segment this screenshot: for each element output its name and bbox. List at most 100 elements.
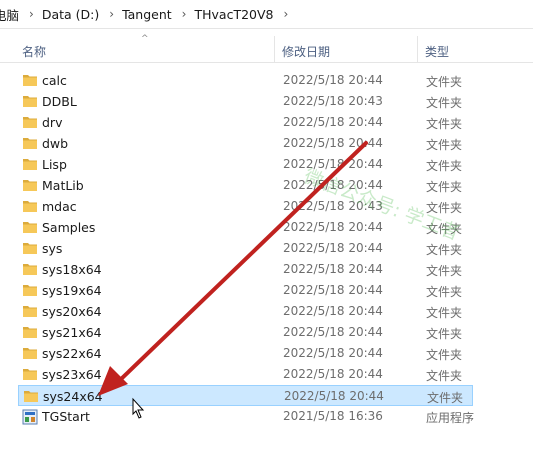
file-type: 文件夹 — [426, 243, 463, 257]
breadcrumb-item-pc[interactable]: 电脑 — [0, 5, 19, 24]
list-item[interactable]: sys18x64 2022/5/18 20:44 文件夹 — [0, 259, 533, 280]
list-item[interactable]: Lisp 2022/5/18 20:44 文件夹 — [0, 154, 533, 175]
file-date: 2022/5/18 20:44 — [283, 283, 383, 297]
file-date: 2022/5/18 20:44 — [283, 241, 383, 255]
list-item[interactable]: sys24x64 2022/5/18 20:44 文件夹 — [18, 385, 473, 406]
list-item[interactable]: TGStart 2021/5/18 16:36 应用程序 — [0, 406, 533, 427]
file-type: 应用程序 — [426, 411, 475, 425]
chevron-right-icon[interactable]: › — [29, 7, 34, 21]
list-item[interactable]: DDBL 2022/5/18 20:43 文件夹 — [0, 91, 533, 112]
folder-icon — [22, 94, 38, 108]
file-name: dwb — [42, 136, 69, 151]
file-name: sys23x64 — [42, 367, 102, 382]
file-type: 文件夹 — [426, 285, 463, 299]
file-name: sys24x64 — [43, 389, 103, 404]
list-item[interactable]: Samples 2022/5/18 20:44 文件夹 — [0, 217, 533, 238]
breadcrumb-item-tangent[interactable]: Tangent — [122, 7, 172, 22]
file-name: sys21x64 — [42, 325, 102, 340]
folder-icon — [22, 220, 38, 234]
list-item[interactable]: sys23x64 2022/5/18 20:44 文件夹 — [0, 364, 533, 385]
file-name: sys18x64 — [42, 262, 102, 277]
list-item[interactable]: sys 2022/5/18 20:44 文件夹 — [0, 238, 533, 259]
file-date: 2022/5/18 20:44 — [283, 262, 383, 276]
file-date: 2022/5/18 20:44 — [283, 115, 383, 129]
file-list: calc 2022/5/18 20:44 文件夹 DDBL 2022/5/18 20:4… — [0, 70, 533, 427]
folder-icon — [22, 136, 38, 150]
folder-icon — [22, 157, 38, 171]
file-type: 文件夹 — [426, 222, 463, 236]
file-type: 文件夹 — [426, 264, 463, 278]
file-type: 文件夹 — [426, 306, 463, 320]
folder-icon — [22, 73, 38, 87]
file-date: 2022/5/18 20:43 — [283, 199, 383, 213]
file-date: 2021/5/18 16:36 — [283, 409, 383, 423]
list-item[interactable]: sys22x64 2022/5/18 20:44 文件夹 — [0, 343, 533, 364]
file-date: 2022/5/18 20:43 — [283, 94, 383, 108]
folder-icon — [22, 178, 38, 192]
breadcrumb-item-drive[interactable]: Data (D:) — [42, 7, 99, 22]
file-type: 文件夹 — [426, 117, 463, 131]
file-type: 文件夹 — [426, 369, 463, 383]
column-divider[interactable] — [417, 36, 418, 62]
file-name: sys — [42, 241, 63, 256]
file-name: drv — [42, 115, 63, 130]
list-item[interactable]: MatLib 2022/5/18 20:44 文件夹 — [0, 175, 533, 196]
file-name: Samples — [42, 220, 96, 235]
file-type: 文件夹 — [426, 75, 463, 89]
chevron-right-icon[interactable]: › — [284, 7, 289, 21]
file-name: sys19x64 — [42, 283, 102, 298]
file-name: MatLib — [42, 178, 84, 193]
file-date: 2022/5/18 20:44 — [283, 157, 383, 171]
list-item[interactable]: dwb 2022/5/18 20:44 文件夹 — [0, 133, 533, 154]
list-item[interactable]: sys19x64 2022/5/18 20:44 文件夹 — [0, 280, 533, 301]
folder-icon — [22, 262, 38, 276]
chevron-right-icon[interactable]: › — [182, 7, 187, 21]
file-type: 文件夹 — [426, 348, 463, 362]
file-name: calc — [42, 73, 67, 88]
column-header-type[interactable]: 类型 — [425, 43, 449, 60]
application-icon — [22, 409, 38, 425]
file-date: 2022/5/18 20:44 — [284, 389, 384, 403]
file-type: 文件夹 — [426, 96, 463, 110]
folder-icon — [22, 115, 38, 129]
file-name: Lisp — [42, 157, 67, 172]
folder-icon — [23, 389, 39, 403]
column-header: ^ 名称 修改日期 类型 — [0, 34, 533, 63]
file-date: 2022/5/18 20:44 — [283, 325, 383, 339]
file-date: 2022/5/18 20:44 — [283, 178, 383, 192]
file-name: mdac — [42, 199, 77, 214]
breadcrumb-item-current[interactable]: THvacT20V8 — [194, 7, 273, 22]
sort-ascending-icon: ^ — [141, 34, 149, 44]
file-type: 文件夹 — [426, 180, 463, 194]
folder-icon — [22, 325, 38, 339]
list-item[interactable]: mdac 2022/5/18 20:43 文件夹 — [0, 196, 533, 217]
column-divider[interactable] — [274, 36, 275, 62]
folder-icon — [22, 199, 38, 213]
file-date: 2022/5/18 20:44 — [283, 220, 383, 234]
folder-icon — [22, 304, 38, 318]
file-name: TGStart — [42, 409, 90, 424]
file-date: 2022/5/18 20:44 — [283, 136, 383, 150]
file-type: 文件夹 — [427, 391, 464, 405]
list-item[interactable]: sys20x64 2022/5/18 20:44 文件夹 — [0, 301, 533, 322]
file-type: 文件夹 — [426, 159, 463, 173]
folder-icon — [22, 283, 38, 297]
file-date: 2022/5/18 20:44 — [283, 346, 383, 360]
list-item[interactable]: calc 2022/5/18 20:44 文件夹 — [0, 70, 533, 91]
breadcrumb: 电脑 › Data (D:) › Tangent › THvacT20V8 › — [0, 0, 533, 29]
list-item[interactable]: drv 2022/5/18 20:44 文件夹 — [0, 112, 533, 133]
folder-icon — [22, 241, 38, 255]
folder-icon — [22, 367, 38, 381]
column-header-name[interactable]: 名称 — [22, 43, 46, 60]
list-item[interactable]: sys21x64 2022/5/18 20:44 文件夹 — [0, 322, 533, 343]
folder-icon — [22, 346, 38, 360]
chevron-right-icon[interactable]: › — [109, 7, 114, 21]
file-type: 文件夹 — [426, 138, 463, 152]
file-type: 文件夹 — [426, 327, 463, 341]
file-name: sys22x64 — [42, 346, 102, 361]
file-date: 2022/5/18 20:44 — [283, 304, 383, 318]
file-type: 文件夹 — [426, 201, 463, 215]
file-date: 2022/5/18 20:44 — [283, 367, 383, 381]
file-name: DDBL — [42, 94, 77, 109]
column-header-date[interactable]: 修改日期 — [282, 43, 330, 60]
